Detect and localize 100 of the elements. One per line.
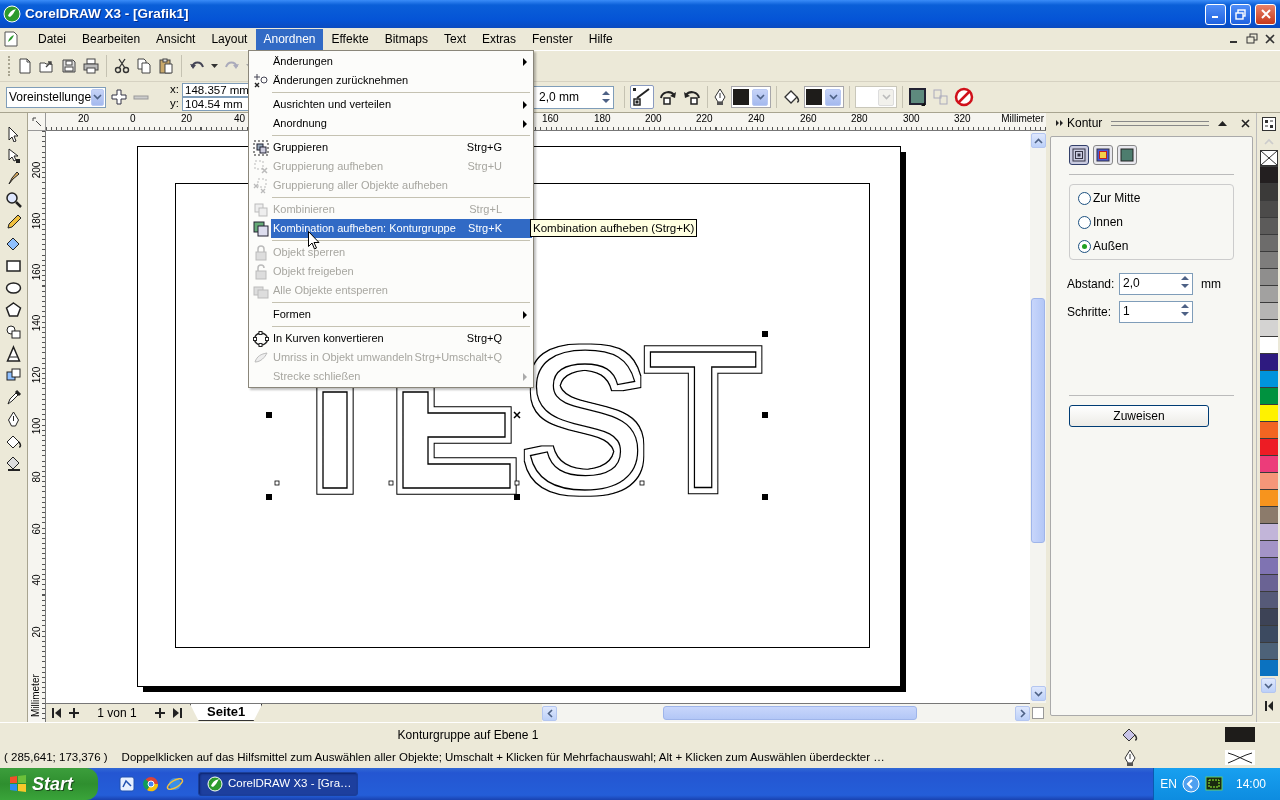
globe-icon[interactable] (166, 775, 184, 793)
menu-item[interactable]: Anordnen (256, 28, 323, 50)
color-swatch[interactable] (1259, 404, 1278, 421)
menu-item[interactable]: Gruppieren Strg+G (250, 138, 532, 157)
chevron-button[interactable] (1181, 775, 1200, 793)
triangle-icon[interactable] (5, 345, 22, 362)
copy-icon[interactable] (136, 58, 152, 74)
menu-item[interactable]: Datei (31, 28, 73, 50)
close-button[interactable] (1255, 3, 1276, 25)
caret-down-icon[interactable] (828, 94, 838, 100)
restore-icon[interactable] (1246, 33, 1258, 45)
color-swatch[interactable] (1259, 438, 1278, 455)
menu-item[interactable]: Änderungen (250, 52, 532, 71)
radio-label[interactable]: Außen (1093, 237, 1129, 255)
menu-item[interactable]: Ansicht (149, 28, 203, 50)
caret-down-icon[interactable] (1033, 690, 1043, 697)
outline-color-dropdown[interactable] (731, 86, 771, 108)
radio-label[interactable]: Zur Mitte (1093, 189, 1141, 207)
pencil-icon[interactable] (5, 213, 22, 230)
color-swatch[interactable] (1259, 523, 1278, 540)
fill-color-dropdown[interactable] (804, 86, 844, 108)
scroll-right-button[interactable] (1015, 705, 1030, 721)
paint-bucket-icon[interactable] (782, 88, 800, 106)
color-swatch[interactable] (1259, 506, 1278, 523)
color-swatch[interactable] (1259, 268, 1278, 285)
radio-label[interactable]: Innen (1093, 213, 1124, 231)
pen-nib-icon[interactable] (713, 88, 727, 106)
minimize-button[interactable] (1205, 3, 1226, 25)
caret-left-icon[interactable] (546, 708, 553, 718)
cut-icon[interactable] (114, 58, 130, 74)
caret-down-icon[interactable] (755, 94, 765, 100)
color-swatch[interactable] (1259, 183, 1278, 200)
zoom-icon[interactable] (5, 191, 22, 208)
polygon-icon[interactable] (5, 301, 22, 318)
add-page-icon[interactable] (69, 708, 79, 718)
menu-item[interactable]: Layout (204, 28, 255, 50)
desktop-icon[interactable] (118, 775, 136, 793)
paint-bucket-icon[interactable] (5, 433, 22, 450)
fill-tool-icon[interactable] (5, 235, 22, 252)
color-swatch[interactable] (1259, 217, 1278, 234)
square-icon[interactable] (908, 87, 928, 107)
menu-item[interactable]: Kombination aufheben: Konturgruppe Strg+K (250, 219, 532, 238)
new-document-icon[interactable] (17, 58, 33, 74)
outlined-shape-drawing[interactable] (322, 391, 511, 489)
save-icon[interactable] (61, 58, 77, 74)
no-entry-icon[interactable] (954, 87, 974, 107)
collapse-icon[interactable] (1218, 120, 1227, 126)
add-page-icon[interactable] (155, 708, 165, 718)
scrollbar-thumb[interactable] (663, 706, 917, 720)
ellipse-icon[interactable] (5, 279, 22, 296)
color-swatch[interactable] (1259, 574, 1278, 591)
color-swatch[interactable] (1259, 370, 1278, 387)
scroll-down-button[interactable] (1030, 686, 1046, 701)
no-color-swatch[interactable] (1259, 150, 1278, 166)
monitor-icon[interactable] (1204, 775, 1223, 793)
taskbar-button[interactable]: CorelDRAW X3 - [Gra… (198, 772, 358, 796)
preset-dropdown[interactable]: Voreinstellunge (6, 86, 106, 108)
restore-button[interactable] (1230, 3, 1251, 25)
close-icon[interactable] (1264, 33, 1276, 45)
color-swatch[interactable] (1259, 489, 1278, 506)
color-swatch[interactable] (1259, 166, 1278, 183)
radio-button[interactable] (1078, 215, 1091, 229)
ruler-origin-icon[interactable] (31, 116, 42, 127)
restore-icon[interactable] (1235, 8, 1246, 20)
radio-button[interactable] (1078, 239, 1091, 253)
node-arrow-icon[interactable] (5, 147, 22, 164)
color-swatch[interactable] (1259, 455, 1278, 472)
rectangle-icon[interactable] (5, 257, 22, 274)
menu-item[interactable]: Bearbeiten (75, 28, 148, 50)
color-swatch[interactable] (1259, 659, 1278, 676)
number-field[interactable]: 2,0 (1119, 273, 1193, 295)
menu-item[interactable]: Effekte (324, 28, 376, 50)
color-swatch[interactable] (1259, 608, 1278, 625)
scroll-up-button[interactable] (1030, 133, 1046, 148)
palette-menu-icon[interactable] (1261, 117, 1276, 131)
first-page-icon[interactable] (1264, 701, 1273, 711)
scroll-left-button[interactable] (542, 705, 557, 721)
expand-icon[interactable] (1056, 120, 1064, 126)
color-swatch[interactable] (1259, 591, 1278, 608)
color-swatch[interactable] (1259, 234, 1278, 251)
color-swatch[interactable] (1259, 251, 1278, 268)
caret-down-icon[interactable] (93, 94, 103, 100)
menu-item[interactable]: Hilfe (581, 28, 620, 50)
page-tab[interactable]: Seite1 (190, 704, 263, 721)
color-swatch[interactable] (1259, 557, 1278, 574)
color-swatch[interactable] (1259, 336, 1278, 353)
print-icon[interactable] (83, 58, 99, 74)
scroll-down-button[interactable] (1261, 678, 1276, 693)
pen-nib-icon[interactable] (5, 411, 22, 428)
paste-icon[interactable] (158, 58, 174, 74)
color-swatch[interactable] (1259, 302, 1278, 319)
eyedropper-icon[interactable] (5, 389, 22, 406)
menu-item[interactable]: Text (437, 28, 473, 50)
caret-up-icon[interactable] (1033, 137, 1043, 144)
color-swatch[interactable] (1259, 285, 1278, 302)
first-page-icon[interactable] (52, 708, 61, 718)
color-swatch[interactable] (1259, 472, 1278, 489)
menu-item[interactable]: In Kurven konvertieren Strg+Q (250, 329, 532, 348)
menu-item[interactable]: Extras (475, 28, 524, 50)
last-page-icon[interactable] (173, 708, 182, 718)
